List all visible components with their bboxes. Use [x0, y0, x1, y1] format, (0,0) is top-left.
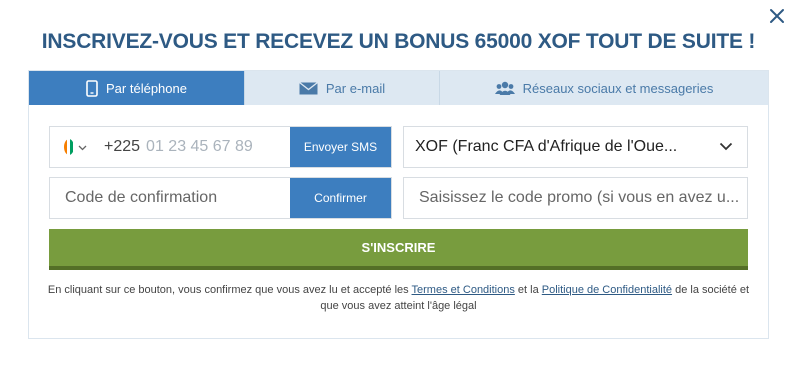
- confirmation-field: Code de confirmation Confirmer: [49, 177, 392, 219]
- country-selector[interactable]: [50, 127, 100, 167]
- registration-panel: Par téléphone Par e-mail Réseaux sociaux…: [28, 70, 769, 339]
- ivory-coast-flag: [63, 139, 74, 155]
- envelope-icon: [298, 81, 318, 95]
- register-button[interactable]: S'INSCRIRE: [49, 229, 748, 270]
- confirm-button[interactable]: Confirmer: [290, 178, 391, 218]
- tab-social[interactable]: Réseaux sociaux et messageries: [440, 71, 768, 105]
- chevron-down-icon: [78, 138, 87, 156]
- confirmation-code-input[interactable]: Code de confirmation: [50, 178, 290, 218]
- promo-code-input[interactable]: Saisissez le code promo (si vous en avez…: [403, 177, 748, 219]
- phone-icon: [86, 79, 98, 97]
- close-button[interactable]: [767, 6, 787, 26]
- currency-select[interactable]: XOF (Franc CFA d'Afrique de l'Oue...: [403, 126, 748, 168]
- tab-social-label: Réseaux sociaux et messageries: [522, 80, 714, 96]
- phone-input[interactable]: +225 01 23 45 67 89: [100, 127, 290, 167]
- users-icon: [494, 81, 515, 96]
- tab-phone-label: Par téléphone: [106, 80, 187, 96]
- close-icon: [770, 9, 784, 23]
- legal-text-1: En cliquant sur ce bouton, vous confirme…: [47, 284, 412, 296]
- confirmation-row: Code de confirmation Confirmer Saisissez…: [49, 177, 748, 219]
- tab-email-label: Par e-mail: [325, 80, 386, 96]
- phone-field[interactable]: +225 01 23 45 67 89 Envoyer SMS: [49, 126, 392, 168]
- page-title: INSCRIVEZ-VOUS ET RECEVEZ UN BONUS 65000…: [41, 30, 756, 53]
- phone-row: +225 01 23 45 67 89 Envoyer SMS XOF (Fra…: [49, 126, 748, 168]
- chevron-down-icon: [719, 138, 733, 156]
- registration-tabs: Par téléphone Par e-mail Réseaux sociaux…: [29, 71, 768, 105]
- legal-text-2: et la: [514, 284, 542, 296]
- send-sms-button[interactable]: Envoyer SMS: [290, 127, 391, 167]
- phone-placeholder: 01 23 45 67 89: [146, 138, 253, 155]
- tab-phone[interactable]: Par téléphone: [29, 71, 245, 105]
- tab-email[interactable]: Par e-mail: [245, 71, 440, 105]
- currency-selected-value: XOF (Franc CFA d'Afrique de l'Oue...: [415, 138, 678, 155]
- privacy-link[interactable]: Politique de Confidentialité: [542, 284, 672, 296]
- dial-code: +225: [104, 138, 141, 155]
- terms-link[interactable]: Termes et Conditions: [412, 284, 515, 296]
- legal-notice: En cliquant sur ce bouton, vous confirme…: [43, 282, 754, 314]
